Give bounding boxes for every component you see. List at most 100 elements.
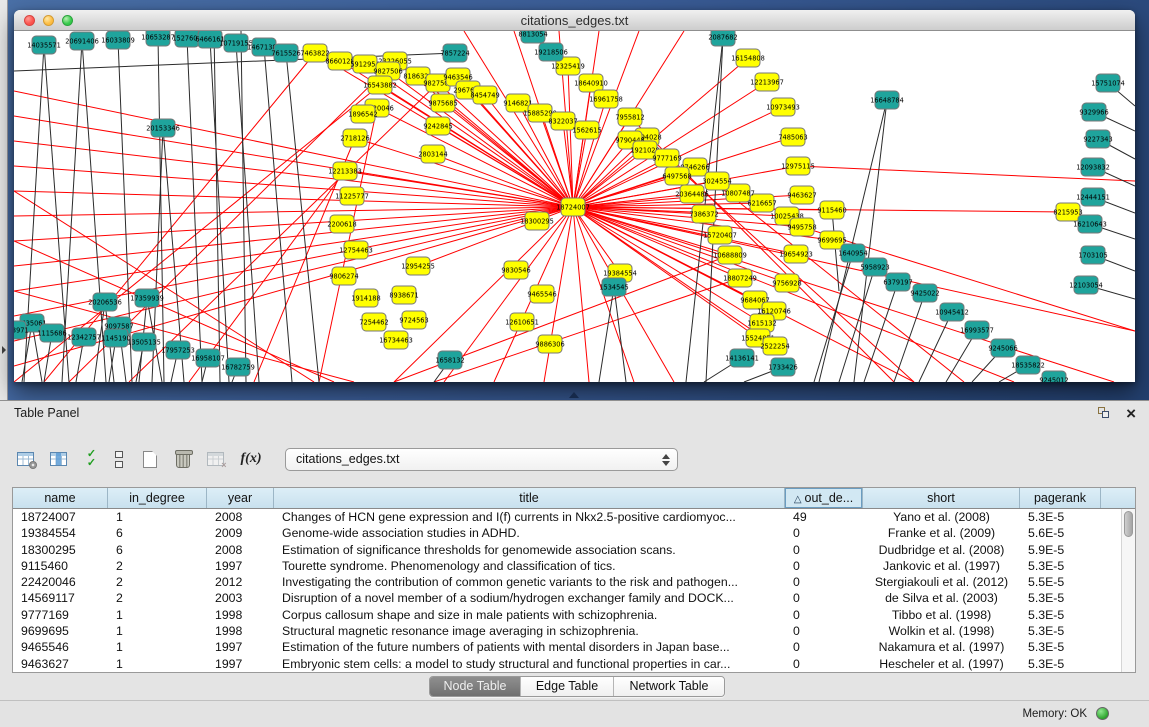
table-cell[interactable]: 0 (785, 656, 863, 672)
table-cell[interactable]: 6 (108, 542, 207, 558)
graph-edge[interactable] (14, 141, 573, 207)
table-selector-dropdown[interactable]: citations_edges.txt (285, 448, 678, 471)
table-cell[interactable]: 5.3E-5 (1020, 656, 1101, 672)
table-cell[interactable]: 0 (785, 525, 863, 541)
split-panel-icon[interactable] (106, 445, 132, 473)
table-cell[interactable]: Hescheler et al. (1997) (863, 656, 1020, 672)
table-cell[interactable]: 5.3E-5 (1020, 623, 1101, 639)
table-cell[interactable]: 9465546 (13, 639, 108, 655)
column-header-filler[interactable] (1101, 488, 1135, 508)
graph-edge[interactable] (573, 207, 762, 323)
graph-edge[interactable] (573, 158, 667, 207)
node-table[interactable]: namein_degreeyeartitle△out_de...shortpag… (12, 487, 1136, 673)
table-cell[interactable]: 2 (108, 558, 207, 574)
tab-edge-table[interactable]: Edge Table (521, 677, 614, 696)
graph-edge[interactable] (286, 53, 319, 382)
table-row[interactable]: 977716911998Corpus callosum shape and si… (13, 607, 1121, 623)
table-cell[interactable]: 2 (108, 574, 207, 590)
graph-edge[interactable] (919, 312, 952, 382)
table-cell[interactable]: Genome-wide association studies in ADHD. (274, 525, 785, 541)
graph-edge[interactable] (14, 166, 573, 207)
table-cell[interactable]: 0 (785, 574, 863, 590)
table-cell[interactable]: Nakamura et al. (1997) (863, 639, 1020, 655)
new-table-icon[interactable] (137, 445, 163, 473)
network-canvas[interactable]: 1872400718300295193845547463822866012859… (14, 31, 1135, 382)
tab-node-table[interactable]: Node Table (430, 677, 521, 696)
row-selection-icon[interactable]: ✓✓ (78, 445, 104, 473)
table-row[interactable]: 911546021997Tourette syndrome. Phenomeno… (13, 558, 1121, 574)
table-row[interactable]: 1938455462009Genome-wide association stu… (13, 525, 1121, 541)
panel-close-icon[interactable]: × (1126, 402, 1136, 426)
table-cell[interactable]: 5.6E-5 (1020, 525, 1101, 541)
table-cell[interactable]: Corpus callosum shape and size in male p… (274, 607, 785, 623)
table-cell[interactable]: 2009 (207, 525, 274, 541)
table-cell[interactable]: 1 (108, 607, 207, 623)
table-cell[interactable]: Tibbo et al. (1998) (863, 607, 1020, 623)
table-cell[interactable]: Structural magnetic resonance image aver… (274, 623, 785, 639)
graph-edge[interactable] (355, 138, 573, 207)
graph-edge[interactable] (573, 207, 1135, 331)
table-cell[interactable]: 14569117 (13, 590, 108, 606)
memory-status-icon[interactable] (1096, 707, 1109, 720)
table-cell[interactable]: Estimation of the future numbers of pati… (274, 639, 785, 655)
table-cell[interactable]: 0 (785, 607, 863, 623)
graph-edge[interactable] (894, 293, 925, 382)
float-panel-icon[interactable] (1098, 407, 1111, 420)
table-cell[interactable]: Disruption of a novel member of a sodium… (274, 590, 785, 606)
table-cell[interactable]: 5.3E-5 (1020, 590, 1101, 606)
table-cell[interactable]: 18300295 (13, 542, 108, 558)
table-cell[interactable]: Franke et al. (2009) (863, 525, 1020, 541)
table-cell[interactable]: 1 (108, 623, 207, 639)
column-header-short[interactable]: short (863, 488, 1020, 508)
tab-network-table[interactable]: Network Table (614, 677, 724, 696)
table-cell[interactable]: 9699695 (13, 623, 108, 639)
window-zoom-button[interactable] (62, 15, 73, 26)
table-cell[interactable]: Tourette syndrome. Phenomenology and cla… (274, 558, 785, 574)
table-cell[interactable]: 1998 (207, 607, 274, 623)
table-cell[interactable]: 0 (785, 542, 863, 558)
table-cell[interactable]: 0 (785, 623, 863, 639)
graph-edge[interactable] (14, 207, 573, 241)
table-cell[interactable]: 9777169 (13, 607, 108, 623)
table-cell[interactable]: Jankovic et al. (1997) (863, 558, 1020, 574)
table-cell[interactable]: 1 (108, 639, 207, 655)
function-builder-icon[interactable]: f(x) (238, 445, 264, 473)
graph-edge[interactable] (854, 100, 887, 382)
column-header-out_de...[interactable]: △out_de... (785, 488, 863, 508)
table-header-row[interactable]: namein_degreeyeartitle△out_de...shortpag… (13, 488, 1135, 509)
table-cell[interactable]: 5.3E-5 (1020, 558, 1101, 574)
table-cell[interactable]: Wolkin et al. (1998) (863, 623, 1020, 639)
scrollbar-thumb[interactable] (1124, 511, 1133, 537)
table-cell[interactable]: Investigating the contribution of common… (274, 574, 785, 590)
window-minimize-button[interactable] (43, 15, 54, 26)
graph-edge[interactable] (614, 287, 626, 382)
table-row[interactable]: 1872400712008Changes of HCN gene express… (13, 509, 1121, 525)
table-cell[interactable]: 2003 (207, 590, 274, 606)
table-cell[interactable]: 9115460 (13, 558, 108, 574)
vertical-scrollbar[interactable] (1121, 509, 1135, 672)
collapsed-side-panel[interactable] (0, 0, 8, 400)
table-cell[interactable]: Embryonic stem cells: a model to study s… (274, 656, 785, 672)
table-cell[interactable]: 19384554 (13, 525, 108, 541)
column-header-name[interactable]: name (13, 488, 108, 508)
table-cell[interactable]: 22420046 (13, 574, 108, 590)
network-window[interactable]: citations_edges.txt 18724007183002951938… (14, 10, 1135, 382)
column-header-pagerank[interactable]: pagerank (1020, 488, 1101, 508)
table-cell[interactable]: 1 (108, 656, 207, 672)
table-row[interactable]: 946362711997Embryonic stem cells: a mode… (13, 656, 1121, 672)
table-cell[interactable]: 1997 (207, 656, 274, 672)
table-cell[interactable]: 1 (108, 509, 207, 525)
graph-edge[interactable] (418, 207, 573, 266)
column-visibility-icon[interactable] (45, 445, 71, 473)
table-row[interactable]: 969969511998Structural magnetic resonanc… (13, 623, 1121, 639)
table-cell[interactable]: Dudbridge et al. (2008) (863, 542, 1020, 558)
column-header-title[interactable]: title (274, 488, 785, 508)
splitter-arrow-icon[interactable] (569, 392, 579, 398)
table-cell[interactable]: 9463627 (13, 656, 108, 672)
table-cell[interactable]: Estimation of significance thresholds fo… (274, 542, 785, 558)
table-cell[interactable]: 2008 (207, 509, 274, 525)
table-cell[interactable]: 1997 (207, 558, 274, 574)
graph-edge[interactable] (14, 207, 573, 216)
table-cell[interactable]: Stergiakouli et al. (2012) (863, 574, 1020, 590)
table-row[interactable]: 1830029562008Estimation of significance … (13, 542, 1121, 558)
